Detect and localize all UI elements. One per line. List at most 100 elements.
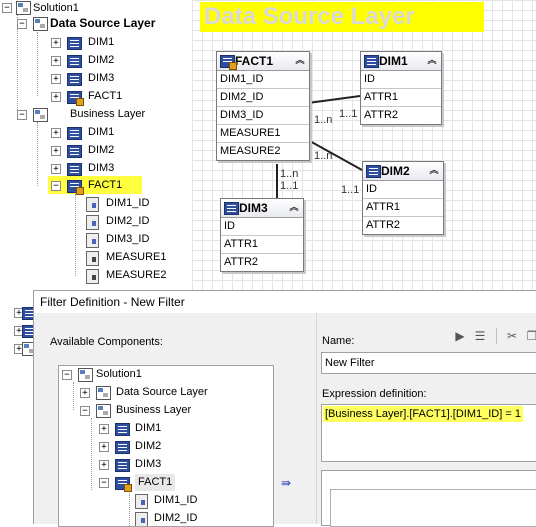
- dialog-title: Filter Definition - New Filter: [34, 291, 536, 313]
- collapse-solution-toggle[interactable]: −: [62, 370, 72, 380]
- tree-bl-fact1[interactable]: FACT1: [88, 177, 122, 194]
- entity-row[interactable]: ID: [363, 181, 443, 199]
- solution-icon: [78, 368, 93, 382]
- entity-row[interactable]: DIM1_ID: [217, 71, 309, 89]
- dimension-icon: [67, 127, 82, 140]
- entity-row[interactable]: ATTR1: [363, 199, 443, 217]
- expand-bl-dim2[interactable]: +: [51, 146, 61, 156]
- collapse-chevron-icon[interactable]: ︽: [294, 54, 306, 66]
- collapse-business-layer-toggle[interactable]: −: [17, 110, 27, 120]
- dlg-tree-fact1[interactable]: FACT1: [135, 474, 176, 491]
- name-label: Name:: [322, 335, 355, 347]
- dimension-icon: [67, 163, 82, 176]
- entity-row[interactable]: DIM2_ID: [217, 89, 309, 107]
- tree-ds-dim2[interactable]: DIM2: [88, 52, 114, 69]
- entity-dim3[interactable]: DIM3 ︽ ID ATTR1 ATTR2: [220, 198, 304, 272]
- entity-row[interactable]: ATTR1: [221, 236, 303, 254]
- dlg-tree-data-source-layer[interactable]: Data Source Layer: [116, 384, 208, 401]
- tree-col-dim3-id[interactable]: DIM3_ID: [106, 231, 149, 248]
- toolbar-separator: [496, 328, 497, 344]
- collapse-chevron-icon[interactable]: ︽: [288, 201, 300, 213]
- diagram-canvas[interactable]: Data Source Layer 1..n 1..1 1..n 1..1 1.…: [192, 0, 536, 290]
- dlg-tree-col-dim1-id[interactable]: DIM1_ID: [154, 492, 197, 509]
- expression-editor[interactable]: [Business Layer].[FACT1].[DIM1_ID] = 1: [321, 404, 536, 462]
- dlg-tree-dim1[interactable]: DIM1: [135, 420, 161, 437]
- dimension-icon: [115, 423, 130, 436]
- business-layer-icon: [96, 404, 111, 418]
- tree-bl-dim2[interactable]: DIM2: [88, 142, 114, 159]
- expand-bl-dim3[interactable]: +: [99, 460, 109, 470]
- business-layer-icon: [33, 108, 48, 122]
- dlg-tree-business-layer[interactable]: Business Layer: [116, 402, 191, 419]
- column-icon: [86, 197, 99, 212]
- collapse-chevron-icon[interactable]: ︽: [428, 164, 440, 176]
- entity-fact1-title: FACT1: [235, 54, 274, 68]
- tree-col-dim2-id[interactable]: DIM2_ID: [106, 213, 149, 230]
- entity-fact1[interactable]: FACT1 ︽ DIM1_ID DIM2_ID DIM3_ID MEASURE1…: [216, 51, 310, 161]
- entity-dim1[interactable]: DIM1 ︽ ID ATTR1 ATTR2: [360, 51, 442, 125]
- panel-divider[interactable]: [316, 313, 317, 524]
- dimension-icon: [67, 145, 82, 158]
- expand-bl-dim3[interactable]: +: [51, 164, 61, 174]
- tree-data-source-layer[interactable]: Data Source Layer: [50, 15, 155, 32]
- dlg-tree-dim2[interactable]: DIM2: [135, 438, 161, 455]
- tree-ds-fact1[interactable]: FACT1: [88, 88, 122, 105]
- tree-col-dim1-id[interactable]: DIM1_ID: [106, 195, 149, 212]
- entity-row[interactable]: ID: [221, 218, 303, 236]
- entity-dim2[interactable]: DIM2 ︽ ID ATTR1 ATTR2: [362, 161, 444, 235]
- dimension-icon: [366, 165, 381, 178]
- expand-ds-dim1[interactable]: +: [51, 38, 61, 48]
- tree-ds-dim3[interactable]: DIM3: [88, 70, 114, 87]
- fact-table-icon: [220, 55, 237, 70]
- entity-row[interactable]: ATTR1: [361, 89, 441, 107]
- entity-row[interactable]: DIM3_ID: [217, 107, 309, 125]
- filter-name-input[interactable]: [321, 352, 536, 374]
- fact-table-icon: [67, 180, 84, 195]
- expand-ds-dim3[interactable]: +: [51, 74, 61, 84]
- expand-ds-layer-toggle[interactable]: +: [80, 388, 90, 398]
- double-arrow-right-icon[interactable]: ⇛: [275, 476, 297, 490]
- tree-col-measure1[interactable]: MEASURE1: [106, 249, 167, 266]
- collapse-bl-fact1[interactable]: −: [51, 181, 61, 191]
- copy-icon[interactable]: ❐: [524, 328, 536, 344]
- dlg-tree-solution[interactable]: Solution1: [96, 366, 142, 383]
- entity-row[interactable]: MEASURE1: [217, 125, 309, 143]
- solution-explorer-tree: − Solution1 − Data Source Layer + DIM1 +…: [0, 0, 192, 290]
- entity-row[interactable]: ATTR2: [221, 254, 303, 271]
- filter-definition-dialog: Filter Definition - New Filter Available…: [33, 290, 536, 527]
- tree-business-layer[interactable]: Business Layer: [70, 106, 145, 123]
- expression-text[interactable]: [Business Layer].[FACT1].[DIM1_ID] = 1: [323, 406, 523, 422]
- expand-bl-dim2[interactable]: +: [99, 442, 109, 452]
- expand-ds-dim2[interactable]: +: [51, 56, 61, 66]
- expand-bl-dim1[interactable]: +: [99, 424, 109, 434]
- expand-bl-dim1[interactable]: +: [51, 128, 61, 138]
- available-components-tree[interactable]: − Solution1 + Data Source Layer − Busine…: [58, 365, 274, 527]
- entity-row[interactable]: ATTR2: [361, 107, 441, 124]
- dlg-tree-col-dim2-id[interactable]: DIM2_ID: [154, 510, 197, 526]
- collapse-bl-fact1[interactable]: −: [99, 478, 109, 488]
- tree-ds-dim1[interactable]: DIM1: [88, 34, 114, 51]
- lower-panel: [321, 470, 536, 527]
- column-icon: [86, 233, 99, 248]
- column-icon: [135, 512, 148, 526]
- collapse-chevron-icon[interactable]: ︽: [426, 54, 438, 66]
- collapse-business-layer-toggle[interactable]: −: [80, 406, 90, 416]
- entity-row[interactable]: MEASURE2: [217, 143, 309, 160]
- tree-bl-dim3[interactable]: DIM3: [88, 160, 114, 177]
- tree-col-measure2[interactable]: MEASURE2: [106, 267, 167, 284]
- list-icon[interactable]: ☰: [472, 328, 488, 344]
- column-icon: [135, 494, 148, 509]
- entity-row[interactable]: ATTR2: [363, 217, 443, 234]
- solution-icon: [16, 1, 31, 15]
- rel-fact1-dim1: [307, 95, 361, 104]
- available-components-label: Available Components:: [50, 336, 163, 348]
- entity-row[interactable]: ID: [361, 71, 441, 89]
- dlg-tree-dim3[interactable]: DIM3: [135, 456, 161, 473]
- measure-icon: [86, 251, 99, 266]
- cut-icon[interactable]: ✂: [504, 328, 520, 344]
- collapse-ds-layer-toggle[interactable]: −: [17, 19, 27, 29]
- play-icon[interactable]: ▶: [452, 328, 468, 344]
- tree-bl-dim1[interactable]: DIM1: [88, 124, 114, 141]
- collapse-solution-toggle[interactable]: −: [2, 3, 12, 13]
- expand-ds-fact1[interactable]: +: [51, 92, 61, 102]
